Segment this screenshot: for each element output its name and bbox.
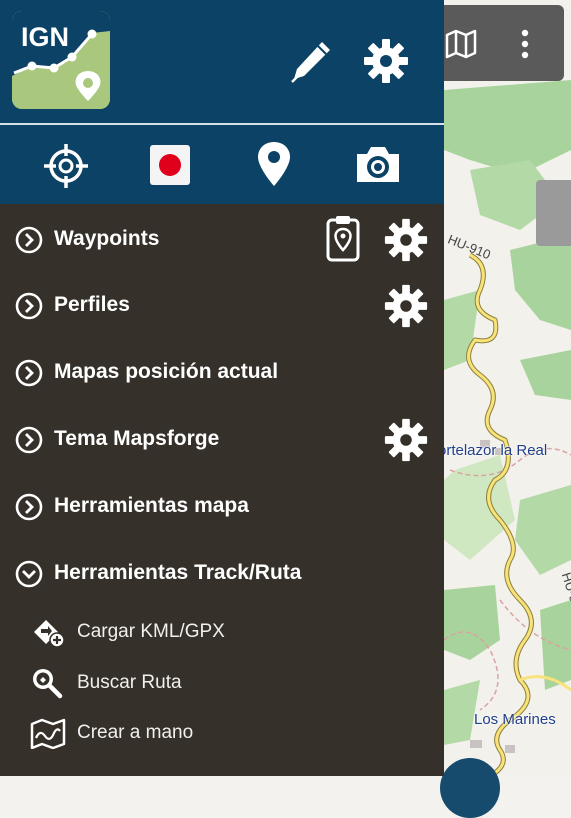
section-herramientas-mapa[interactable]: Herramientas mapa (0, 479, 444, 535)
section-mapas-posicion-actual[interactable]: Mapas posición actual (0, 345, 444, 401)
section-label: Herramientas mapa (54, 494, 249, 517)
section-label: Tema Mapsforge (54, 427, 220, 450)
map-building (505, 745, 515, 753)
chevron-right-icon (15, 226, 43, 254)
record-icon[interactable] (149, 144, 191, 186)
track-tool-label: Buscar Ruta (77, 672, 182, 693)
map-building (470, 740, 482, 748)
track-tool-crear-a-mano[interactable]: Crear a mano (0, 711, 444, 755)
camera-icon[interactable] (353, 142, 403, 186)
map-side-tab[interactable] (536, 180, 571, 246)
section-label: Herramientas Track/Ruta (54, 561, 302, 584)
ign-logo: IGN (12, 11, 110, 109)
layers-map-icon[interactable] (444, 27, 478, 61)
search-route-icon (33, 669, 63, 699)
clipboard-pin-icon[interactable] (325, 214, 361, 262)
load-route-icon (34, 620, 65, 648)
navigation-drawer: IGN Waypoints Perfiles Mapas posición ac… (0, 0, 444, 776)
logo-text: IGN (21, 22, 70, 52)
chevron-right-icon (15, 359, 43, 387)
map-pin-icon[interactable] (255, 140, 293, 188)
map-place-label: ortelazor la Real (438, 442, 548, 459)
section-waypoints[interactable]: Waypoints (0, 212, 444, 268)
quick-actions-bar (0, 125, 444, 204)
track-tool-label: Cargar KML/GPX (77, 621, 225, 642)
track-tool-cargar-kml-gpx[interactable]: Cargar KML/GPX (0, 610, 444, 654)
pen-icon[interactable] (288, 38, 334, 84)
chevron-right-icon (15, 493, 43, 521)
gear-icon[interactable] (383, 283, 429, 329)
gear-icon[interactable] (362, 37, 410, 85)
drawer-header: IGN (0, 0, 444, 123)
map-toolbar (436, 5, 564, 81)
section-label: Waypoints (54, 227, 160, 250)
chevron-right-icon (15, 292, 43, 320)
gear-icon[interactable] (383, 217, 429, 263)
section-label: Perfiles (54, 293, 130, 316)
section-label: Mapas posición actual (54, 360, 279, 383)
map-place-label: Los Marines (474, 711, 556, 728)
section-perfiles[interactable]: Perfiles (0, 278, 444, 334)
chevron-right-icon (15, 426, 43, 454)
draw-map-icon (30, 718, 66, 749)
chevron-down-icon (15, 560, 43, 588)
crosshair-icon[interactable] (43, 143, 89, 189)
section-herramientas-track-ruta[interactable]: Herramientas Track/Ruta (0, 546, 444, 602)
track-tool-label: Crear a mano (77, 722, 194, 743)
section-tema-mapsforge[interactable]: Tema Mapsforge (0, 412, 444, 468)
track-tool-buscar-ruta[interactable]: Buscar Ruta (0, 661, 444, 705)
more-options-icon[interactable] (518, 27, 532, 61)
map-floating-button[interactable] (440, 758, 500, 818)
gear-icon[interactable] (383, 417, 429, 463)
